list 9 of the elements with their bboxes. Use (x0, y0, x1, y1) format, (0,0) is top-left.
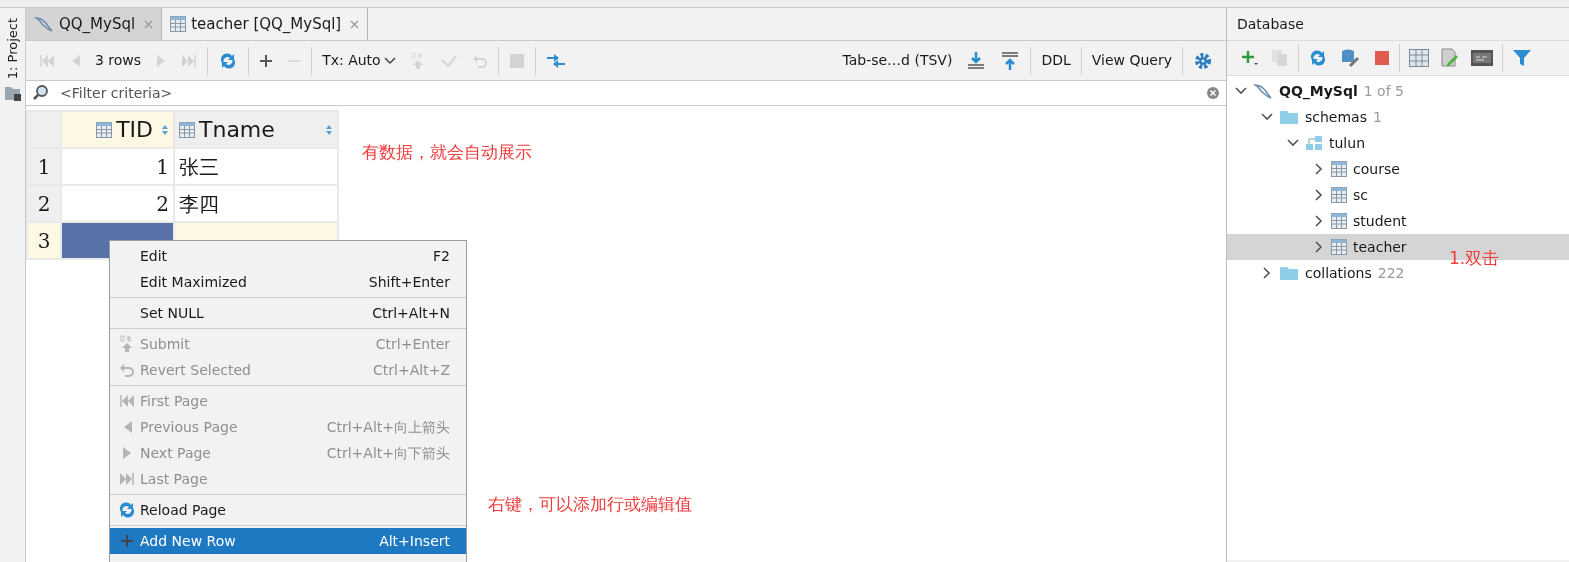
item-count: 1 (1373, 107, 1382, 127)
row-number: 1 (27, 148, 61, 185)
item-count: 1 of 5 (1363, 81, 1404, 101)
row-number: 3 (27, 222, 61, 259)
item-count: 222 (1377, 263, 1405, 283)
row-number: 2 (27, 185, 61, 222)
panel-title: Database (1227, 8, 1569, 41)
annotation-text: 有数据，就会自动展示 (362, 141, 532, 164)
annotation-text: 右键，可以添加行或编辑值 (488, 493, 692, 516)
